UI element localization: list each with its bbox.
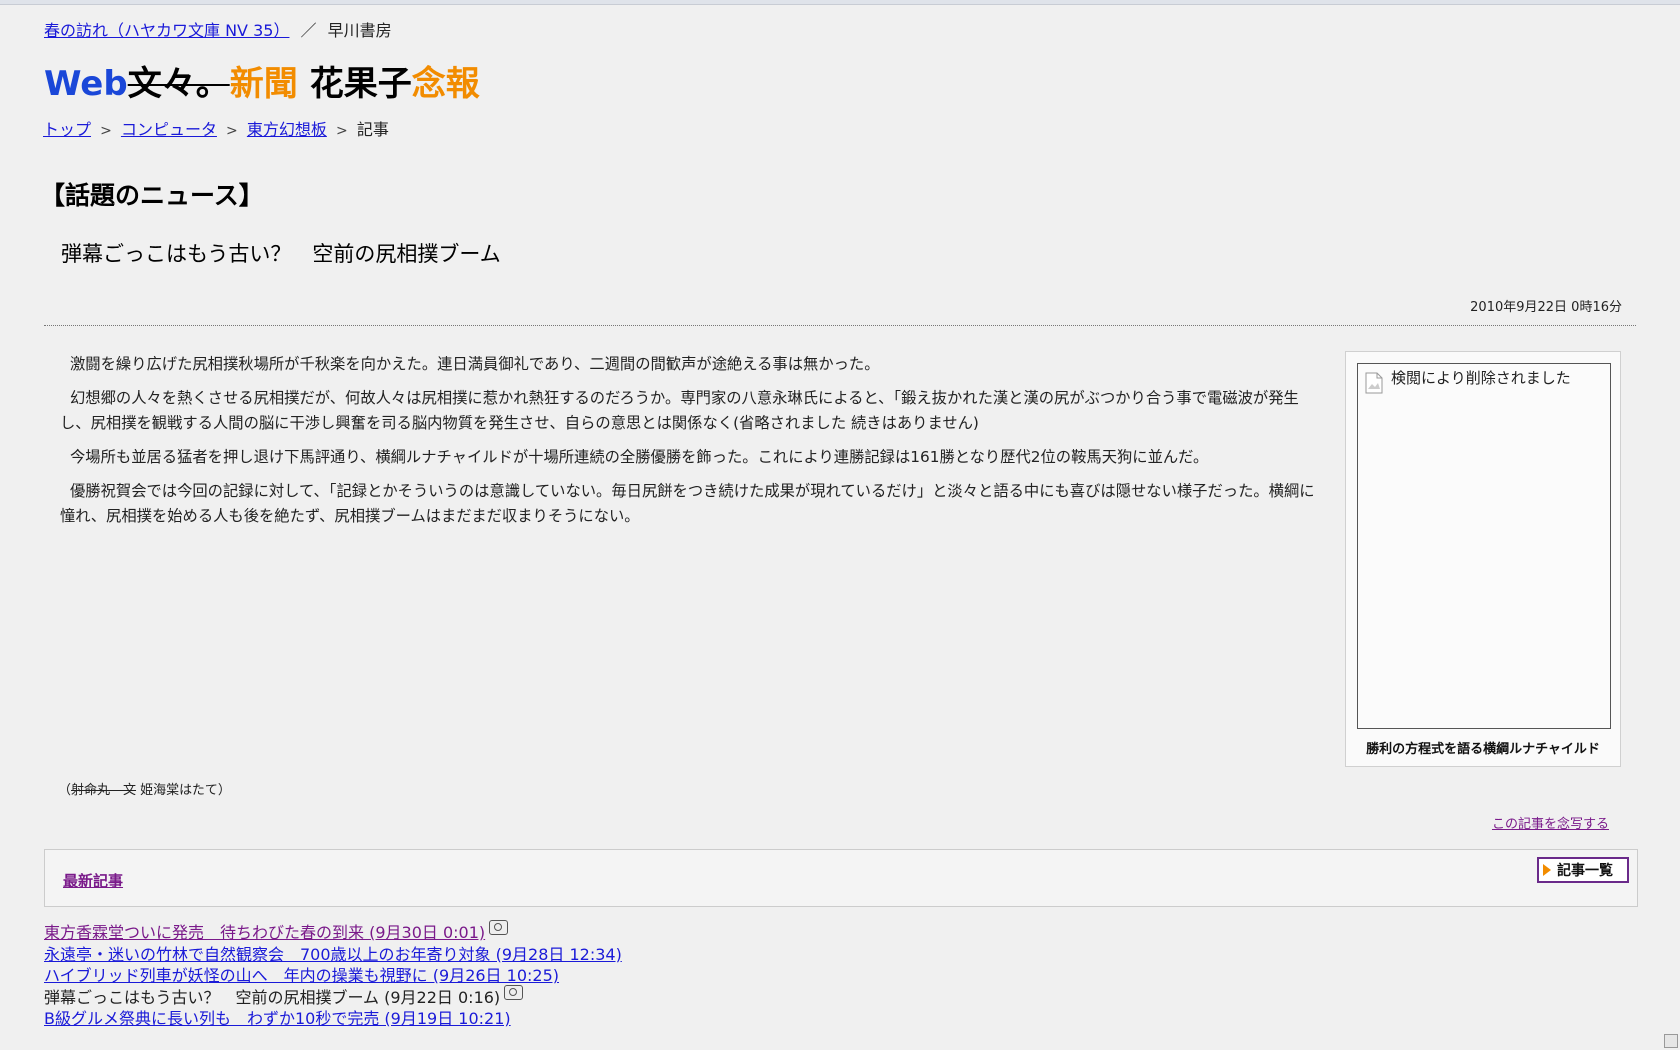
- byline: （射命丸 文 姫海棠はたて）: [58, 779, 231, 798]
- broken-image: 検閲により削除されました: [1357, 363, 1611, 729]
- breadcrumb: トップ > コンピュータ > 東方幻想板 > 記事: [43, 116, 389, 140]
- article-title: 弾幕ごっこはもう古い？ 空前の尻相撲ブーム: [61, 242, 501, 266]
- book-link[interactable]: 春の訪れ（ハヤカワ文庫 NV 35）: [44, 21, 289, 40]
- camera-icon: [504, 984, 524, 1000]
- breadcrumb-separator: ／: [300, 21, 317, 40]
- breadcrumb-top[interactable]: トップ: [43, 120, 91, 139]
- breadcrumb-current: 記事: [356, 120, 389, 139]
- news-link[interactable]: ハイブリッド列車が妖怪の山へ 年内の操業も視野に (9月26日 10:25): [44, 966, 559, 985]
- top-breadcrumb: 春の訪れ（ハヤカワ文庫 NV 35） ／ 早川書房: [44, 17, 392, 41]
- article-paragraph: 幻想郷の人々を熱くさせる尻相撲だが、何故人々は尻相撲に惹かれ熱狂するのだろうか。…: [60, 389, 1299, 432]
- section-title: 【話題のニュース】: [40, 181, 264, 210]
- breadcrumb-computer[interactable]: コンピュータ: [121, 120, 217, 139]
- nensha-link[interactable]: この記事を念写する: [1492, 813, 1609, 832]
- article-list-button[interactable]: 記事一覧: [1537, 857, 1629, 883]
- byline-struck-author: 射命丸 文: [71, 783, 137, 798]
- camera-icon: [489, 920, 509, 935]
- logo-kakashi: 花果子: [309, 64, 412, 104]
- site-logo[interactable]: Web文々。新聞 花果子念報: [44, 56, 480, 105]
- byline-open: （: [58, 783, 72, 798]
- photo-caption: 勝利の方程式を語る横綱ルナチャイルド: [1366, 742, 1600, 757]
- article-paragraph: 優勝祝賀会では今回の記録に対して、「記録とかそういうのは意識していない。毎日尻餅…: [60, 482, 1315, 525]
- play-arrow-icon: [1543, 864, 1551, 876]
- logo-web: Web: [44, 64, 128, 104]
- breadcrumb-arrow: >: [100, 123, 112, 139]
- logo-shinbun: 新聞: [229, 64, 298, 104]
- latest-articles-header: 最新記事 記事一覧: [44, 849, 1638, 907]
- news-item: B級グルメ祭典に長い列も わずか10秒で完売 (9月19日 10:21): [44, 1008, 622, 1030]
- broken-image-icon: [1365, 372, 1383, 394]
- scroll-corner[interactable]: [1664, 1034, 1678, 1048]
- breadcrumb-arrow: >: [226, 123, 238, 139]
- article-paragraph: 今場所も並居る猛者を押し退け下馬評通り、横綱ルナチャイルドが十場所連続の全勝優勝…: [70, 448, 1209, 466]
- logo-nenpo: 念報: [411, 64, 480, 104]
- news-link[interactable]: 永遠亭・迷いの竹林で自然観察会 700歳以上のお年寄り対象 (9月28日 12:…: [44, 945, 622, 964]
- breadcrumb-board[interactable]: 東方幻想板: [247, 120, 327, 139]
- news-current: 弾幕ごっこはもう古い？ 空前の尻相撲ブーム (9月22日 0:16): [44, 987, 501, 1007]
- news-item: 永遠亭・迷いの竹林で自然観察会 700歳以上のお年寄り対象 (9月28日 12:…: [44, 944, 622, 966]
- breadcrumb-arrow: >: [335, 123, 348, 139]
- news-link[interactable]: B級グルメ祭典に長い列も わずか10秒で完売 (9月19日 10:21): [44, 1009, 511, 1028]
- news-item: 東方香霖堂ついに発売 待ちわびた春の到来 (9月30日 0:01): [44, 920, 622, 944]
- divider: [44, 325, 1636, 326]
- news-link[interactable]: 東方香霖堂ついに発売 待ちわびた春の到来 (9月30日 0:01): [44, 923, 485, 942]
- article-list-label: 記事一覧: [1557, 863, 1613, 879]
- news-item: ハイブリッド列車が妖怪の山へ 年内の操業も視野に (9月26日 10:25): [44, 965, 622, 987]
- logo-bunbun-struck: 文々。: [127, 64, 230, 104]
- article-date: 2010年9月22日 0時16分: [1470, 300, 1622, 315]
- article-body: 激闘を繰り広げた尻相撲秋場所が千秋楽を向かえた。連日満員御礼であり、二週間の間歓…: [60, 352, 1328, 538]
- publisher-name: 早川書房: [327, 21, 392, 40]
- image-alt-text: 検閲により削除されました: [1391, 369, 1571, 387]
- article-paragraph: 激闘を繰り広げた尻相撲秋場所が千秋楽を向かえた。連日満員御礼であり、二週間の間歓…: [70, 355, 880, 373]
- byline-author: 姫海棠はたて）: [136, 783, 231, 798]
- window-top-edge: [0, 0, 1680, 5]
- news-item: 弾幕ごっこはもう古い？ 空前の尻相撲ブーム (9月22日 0:16): [44, 984, 622, 1009]
- photo-box: 検閲により削除されました 勝利の方程式を語る横綱ルナチャイルド: [1345, 351, 1621, 767]
- news-list: 東方香霖堂ついに発売 待ちわびた春の到来 (9月30日 0:01) 永遠亭・迷いの…: [44, 920, 622, 1030]
- latest-articles-link[interactable]: 最新記事: [63, 870, 123, 891]
